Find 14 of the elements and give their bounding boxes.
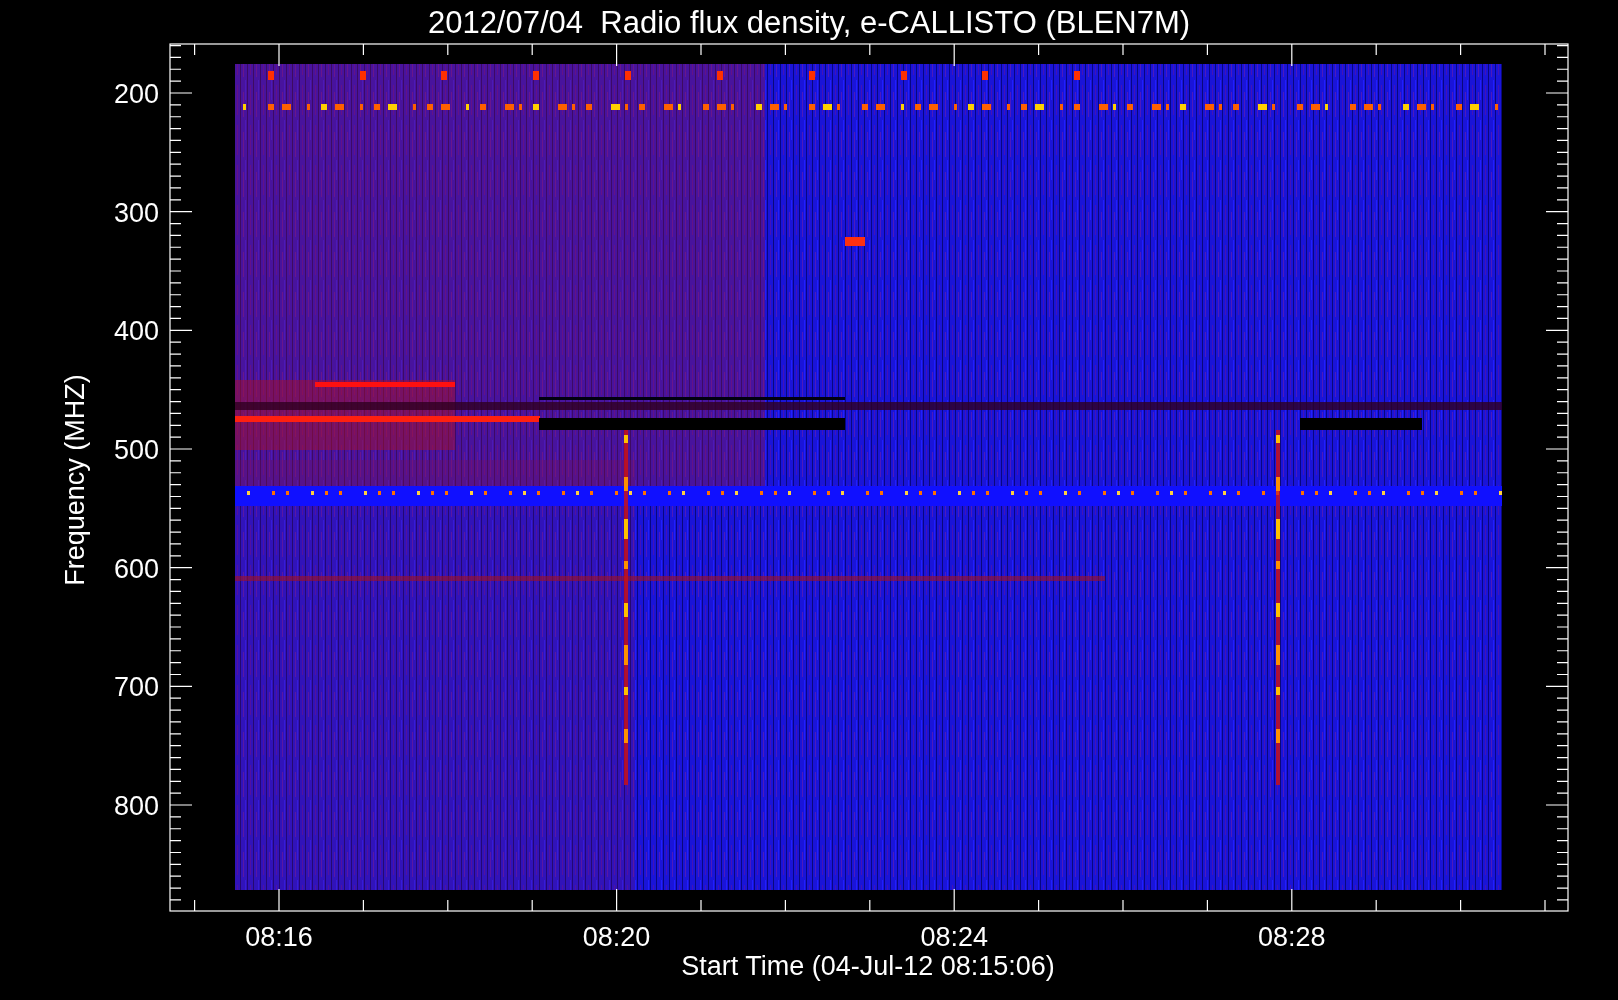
x-tick-label: 08:20 [582, 922, 651, 952]
y-axis-label: Frequency (MHZ) [60, 374, 90, 586]
y-tick-label: 800 [113, 791, 159, 821]
chart-title: 2012/07/04 Radio flux density, e-CALLISTO (BLEN7M) [427, 5, 1191, 40]
y-tick-label: 200 [113, 79, 159, 109]
y-tick-label: 500 [113, 435, 159, 465]
x-tick-label: 08:24 [920, 922, 988, 952]
y-tick-label: 600 [113, 553, 159, 584]
x-tick-label: 08:28 [1258, 922, 1326, 952]
y-tick-label: 700 [113, 672, 159, 703]
x-tick-label: 08:16 [245, 922, 313, 952]
y-tick-label: 400 [113, 316, 159, 347]
y-tick-label: 300 [113, 197, 159, 228]
x-axis-label: Start Time (04-Jul-12 08:15:06) [681, 951, 1055, 981]
